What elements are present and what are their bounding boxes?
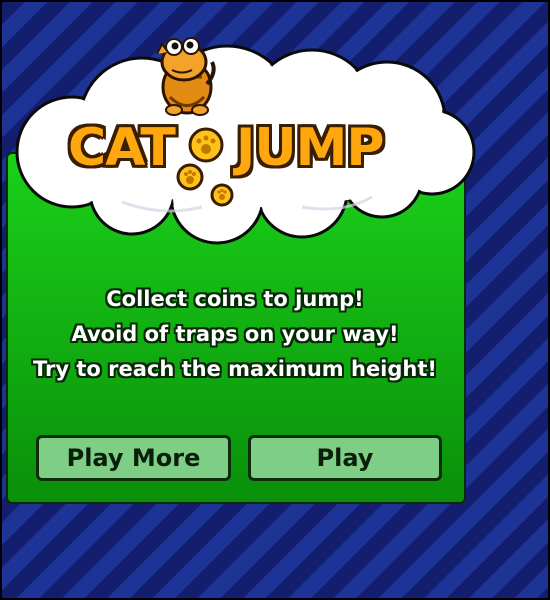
paw-coin-icon xyxy=(210,183,234,207)
play-button[interactable]: Play xyxy=(248,435,442,481)
instruction-line: Collect coins to jump! xyxy=(106,287,364,311)
game-screen: CAT JUMP Collect coins to jump! Avoid of… xyxy=(0,0,550,600)
play-more-button[interactable]: Play More xyxy=(36,435,231,481)
instruction-line: Avoid of traps on your way! xyxy=(71,322,399,346)
instruction-line: Try to reach the maximum height! xyxy=(33,357,437,381)
game-title-jump: JUMP xyxy=(236,118,384,178)
instructions-text: Collect coins to jump! Avoid of traps on… xyxy=(2,282,468,387)
game-title-cat: CAT xyxy=(68,118,176,178)
paw-coin-icon xyxy=(176,163,204,191)
paw-coin-icon xyxy=(188,127,224,163)
